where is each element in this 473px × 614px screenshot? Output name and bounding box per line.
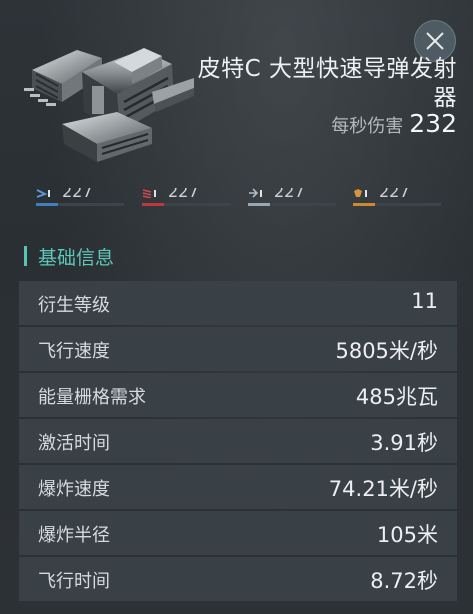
- attribute-name: 能量栅格需求: [38, 387, 146, 408]
- attribute-value: 11: [411, 289, 438, 313]
- damage-bar-fill: [36, 203, 58, 206]
- dps-label: 每秒伤害: [331, 116, 404, 137]
- damage-bar-fill: [353, 203, 375, 206]
- attribute-name: 激活时间: [38, 433, 110, 454]
- attribute-row: 衍生等级 11: [19, 281, 457, 325]
- attribute-name: 飞行速度: [38, 341, 110, 362]
- explosive-damage-icon: [354, 189, 367, 197]
- module-info-panel: 皮特C 大型快速导弹发射器 每秒伤害 232 227 227 227 227 基…: [0, 0, 473, 614]
- attribute-value: 5805米/秒: [335, 339, 438, 363]
- attribute-name: 爆炸半径: [38, 525, 110, 546]
- kinetic-damage-icon: [36, 189, 50, 198]
- attribute-value: 485兆瓦: [355, 385, 438, 409]
- damage-kinetic: 227: [36, 188, 126, 210]
- attribute-row: 能量栅格需求 485兆瓦: [19, 373, 457, 417]
- attribute-value: 105米: [376, 523, 438, 547]
- damage-value: 227: [168, 188, 199, 201]
- attribute-value: 74.21米/秒: [328, 477, 438, 501]
- missile-launcher-image: [24, 48, 194, 162]
- attribute-row: 飞行速度 5805米/秒: [19, 327, 457, 371]
- section-accent-bar: [24, 246, 27, 266]
- attribute-value: 3.91秒: [370, 431, 438, 455]
- damage-value: 227: [379, 188, 410, 201]
- damage-value: 227: [274, 188, 305, 201]
- attribute-row: 飞行时间 8.72秒: [19, 557, 457, 601]
- attribute-name: 飞行时间: [38, 571, 110, 592]
- dps-readout: 每秒伤害 232: [331, 109, 457, 138]
- damage-profile: 227 227 227 227: [0, 188, 473, 216]
- close-icon: [426, 32, 444, 50]
- dps-value: 232: [409, 109, 457, 138]
- damage-bar-fill: [248, 203, 270, 206]
- attribute-list: 衍生等级 11 飞行速度 5805米/秒 能量栅格需求 485兆瓦 激活时间 3…: [19, 281, 457, 603]
- attribute-row: 爆炸半径 105米: [19, 511, 457, 555]
- em-damage-icon: [249, 188, 262, 198]
- attribute-value: 8.72秒: [370, 569, 438, 593]
- attribute-name: 衍生等级: [38, 295, 110, 316]
- attribute-name: 爆炸速度: [38, 479, 110, 500]
- module-header: 皮特C 大型快速导弹发射器 每秒伤害 232: [0, 0, 473, 190]
- damage-em: 227: [248, 188, 338, 210]
- section-title: 基础信息: [38, 247, 115, 269]
- attribute-row: 爆炸速度 74.21米/秒: [19, 465, 457, 509]
- module-title: 皮特C 大型快速导弹发射器: [197, 56, 457, 111]
- damage-explosive: 227: [353, 188, 443, 210]
- damage-thermal: 227: [142, 188, 232, 210]
- damage-bar-fill: [142, 203, 164, 206]
- thermal-damage-icon: [142, 189, 156, 198]
- attribute-row: 激活时间 3.91秒: [19, 419, 457, 463]
- damage-value: 227: [62, 188, 93, 201]
